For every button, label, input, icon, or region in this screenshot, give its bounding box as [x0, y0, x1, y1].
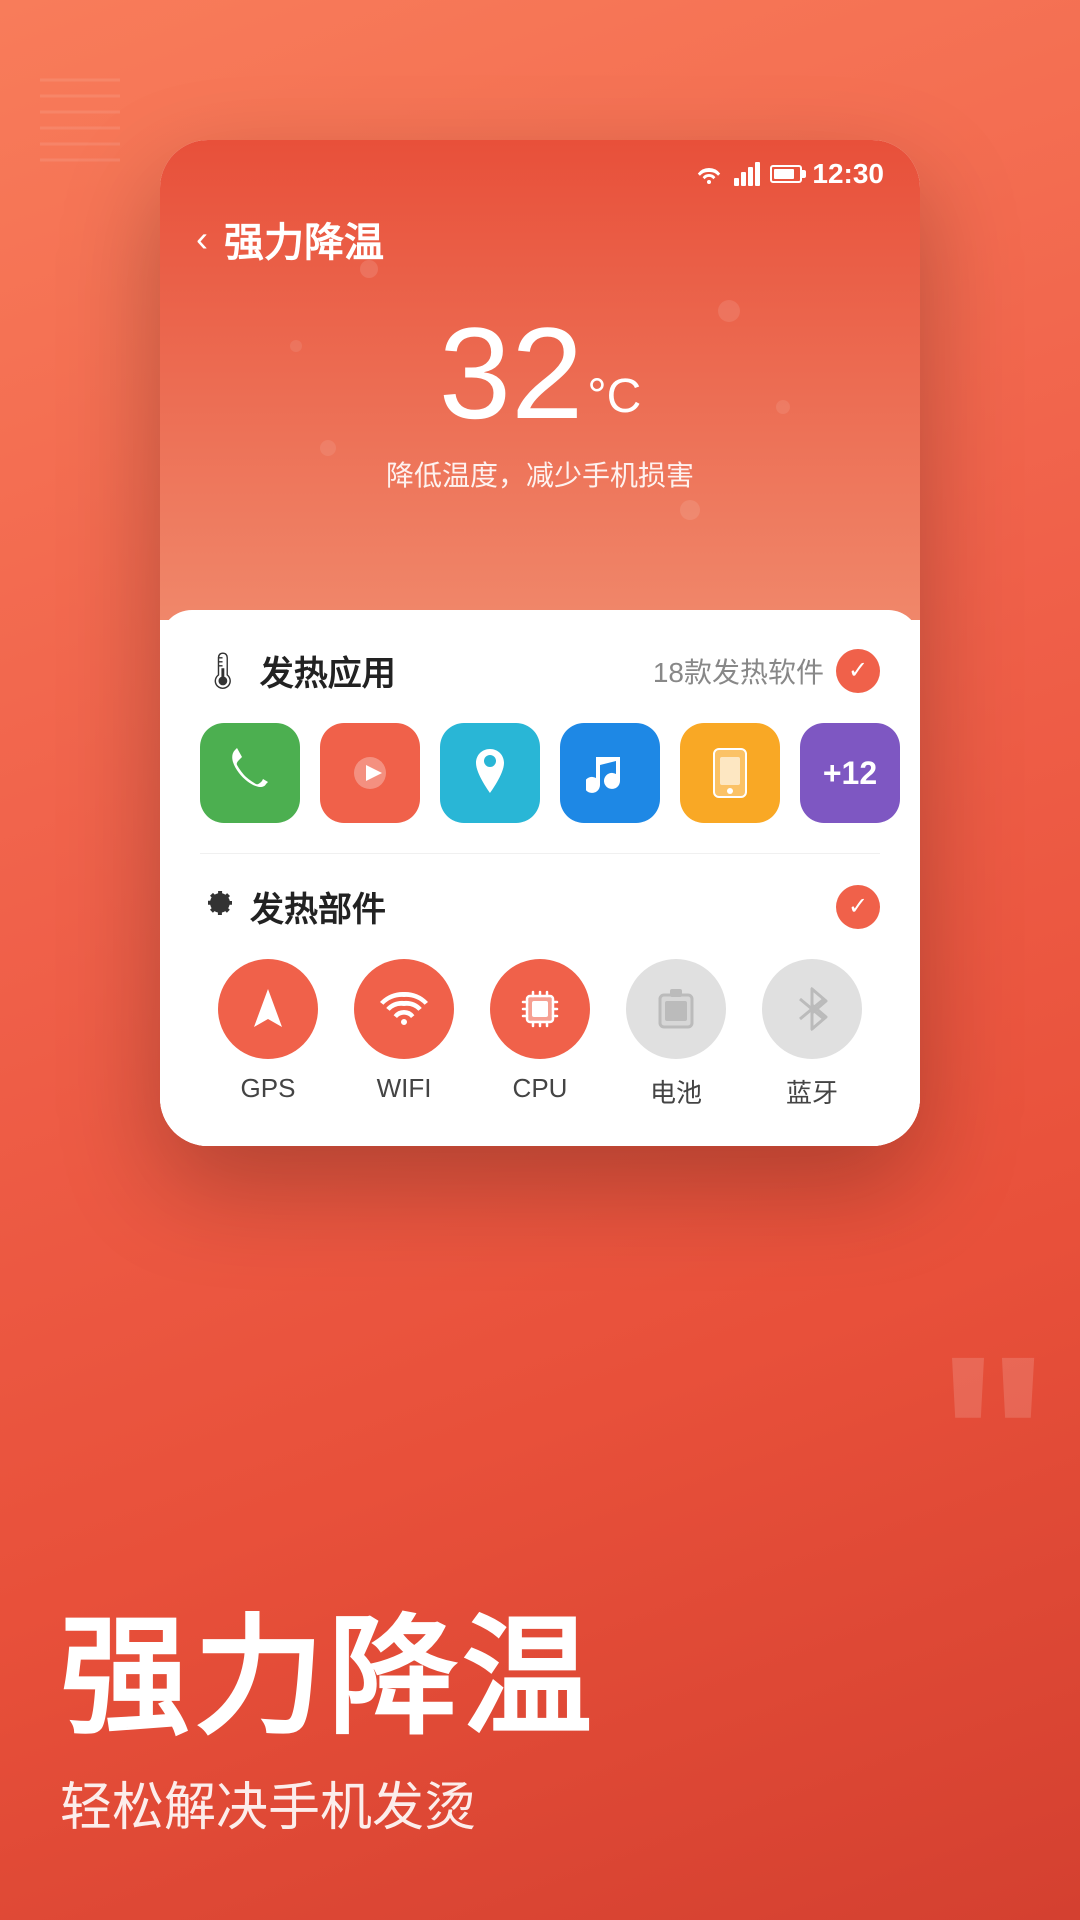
apps-row: +12: [200, 723, 880, 823]
gps-label: GPS: [241, 1073, 296, 1104]
wifi-icon: [694, 162, 724, 186]
app-icon-music[interactable]: [560, 723, 660, 823]
gps-circle: [218, 959, 318, 1059]
heat-apps-header: 🌡 发热应用 18款发热软件 ✓: [200, 646, 880, 695]
heat-apps-count: 18款发热软件: [653, 651, 824, 691]
temperature-subtitle: 降低温度，减少手机损害: [160, 454, 920, 494]
app-icon-video[interactable]: [320, 723, 420, 823]
back-arrow-icon[interactable]: ‹: [196, 218, 208, 260]
white-card: 🌡 发热应用 18款发热软件 ✓: [160, 610, 920, 1146]
heat-apps-check[interactable]: ✓: [836, 649, 880, 693]
heat-components-check[interactable]: ✓: [836, 885, 880, 929]
status-icons: 12:30: [694, 158, 884, 190]
phone-mockup: 12:30 ‹ 强力降温 32°C 降低温度，减少手机损害 🌡 发热应用 18款…: [160, 140, 920, 1146]
heat-apps-meta: 18款发热软件 ✓: [653, 649, 880, 693]
component-cpu[interactable]: CPU: [472, 959, 608, 1104]
bottom-hero: 强力降温 轻松解决手机发烫: [0, 1546, 1080, 1920]
thermometer-icon: 🌡: [200, 650, 246, 692]
heat-apps-header-left: 🌡 发热应用: [200, 646, 396, 695]
status-bar: 12:30: [160, 140, 920, 190]
wifi-label: WIFI: [377, 1073, 432, 1104]
nav-title: 强力降温: [224, 210, 384, 268]
heat-apps-section: 🌡 发热应用 18款发热软件 ✓: [160, 610, 920, 853]
wifi-circle: [354, 959, 454, 1059]
component-wifi[interactable]: WIFI: [336, 959, 472, 1104]
battery-label: 电池: [650, 1073, 702, 1110]
heat-apps-title: 发热应用: [260, 646, 396, 695]
app-icon-more[interactable]: +12: [800, 723, 900, 823]
bluetooth-circle: [762, 959, 862, 1059]
bluetooth-label: 蓝牙: [786, 1073, 838, 1110]
app-icon-map[interactable]: [440, 723, 540, 823]
status-time: 12:30: [812, 158, 884, 190]
hero-title: 强力降温: [60, 1606, 1020, 1749]
component-battery[interactable]: 电池: [608, 959, 744, 1110]
cpu-circle: [490, 959, 590, 1059]
hero-subtitle: 轻松解决手机发烫: [60, 1765, 1020, 1840]
bg-decoration-topleft: [40, 60, 130, 180]
bubble-1: [360, 260, 378, 278]
heat-components-title: 发热部件: [250, 882, 386, 931]
bg-decoration-quotemark: ": [936, 1320, 1050, 1560]
components-row: GPS WIFI: [200, 959, 880, 1110]
app-icon-phone2[interactable]: [680, 723, 780, 823]
battery-circle: [626, 959, 726, 1059]
phone-header: 12:30 ‹ 强力降温 32°C 降低温度，减少手机损害: [160, 140, 920, 620]
temperature-display: 32°C 降低温度，减少手机损害: [160, 278, 920, 514]
heat-components-header: 发热部件 ✓: [200, 882, 880, 931]
nav-bar: ‹ 强力降温: [160, 190, 920, 278]
temperature-unit: °C: [587, 370, 641, 423]
signal-icon: [734, 162, 760, 186]
component-gps[interactable]: GPS: [200, 959, 336, 1104]
app-icon-phone[interactable]: [200, 723, 300, 823]
battery-icon: [770, 165, 802, 183]
component-bluetooth[interactable]: 蓝牙: [744, 959, 880, 1110]
heat-components-header-left: 发热部件: [200, 882, 386, 931]
temperature-value: 32: [439, 308, 584, 438]
cpu-label: CPU: [513, 1073, 568, 1104]
gear-icon: [200, 884, 236, 929]
heat-components-section: 发热部件 ✓ GPS: [160, 854, 920, 1146]
more-count-label: +12: [823, 755, 877, 792]
